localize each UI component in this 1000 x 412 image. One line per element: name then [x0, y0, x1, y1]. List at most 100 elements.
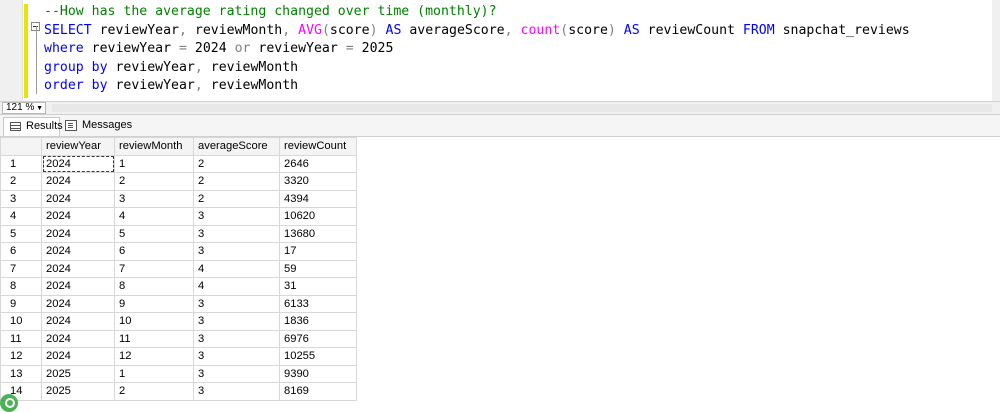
- table-cell[interactable]: 2025: [41, 382, 115, 401]
- table-cell[interactable]: 6: [114, 242, 194, 261]
- table-cell[interactable]: 2646: [279, 154, 357, 173]
- table-cell[interactable]: 6976: [279, 329, 357, 348]
- table-row[interactable]: 1 2024 1 2 2646: [0, 154, 357, 173]
- row-number[interactable]: 11: [0, 329, 42, 348]
- table-row[interactable]: 6 2024 6 3 17: [0, 242, 357, 261]
- table-cell[interactable]: 3: [193, 329, 280, 348]
- column-header[interactable]: reviewCount: [279, 137, 357, 156]
- row-number[interactable]: 9: [0, 294, 42, 313]
- table-cell[interactable]: 17: [279, 242, 357, 261]
- table-cell[interactable]: 4: [193, 259, 280, 278]
- sql-code[interactable]: --How has the average rating changed ove…: [44, 3, 910, 96]
- code-line[interactable]: order by reviewYear, reviewMonth: [44, 77, 910, 96]
- table-row[interactable]: 13 2025 1 3 9390: [0, 364, 357, 383]
- table-row[interactable]: 7 2024 7 4 59: [0, 259, 357, 278]
- table-cell[interactable]: 2024: [41, 347, 115, 366]
- table-cell[interactable]: 2024: [41, 294, 115, 313]
- table-cell[interactable]: 4394: [279, 189, 357, 208]
- row-number[interactable]: 8: [0, 277, 42, 296]
- table-row[interactable]: 4 2024 4 3 10620: [0, 207, 357, 226]
- tab-messages[interactable]: Messages: [60, 117, 132, 136]
- chevron-down-icon[interactable]: ▼: [36, 104, 43, 114]
- table-cell[interactable]: 2025: [41, 364, 115, 383]
- table-row[interactable]: 2 2024 2 2 3320: [0, 172, 357, 191]
- table-cell[interactable]: 3: [193, 347, 280, 366]
- table-row[interactable]: 14 2025 2 3 8169: [0, 382, 357, 401]
- table-cell[interactable]: 10255: [279, 347, 357, 366]
- table-cell[interactable]: 11: [114, 329, 194, 348]
- table-cell[interactable]: 2: [114, 172, 194, 191]
- table-cell[interactable]: 31: [279, 277, 357, 296]
- table-cell[interactable]: 2024: [41, 312, 115, 331]
- table-cell[interactable]: 8169: [279, 382, 357, 401]
- table-row[interactable]: 8 2024 8 4 31: [0, 277, 357, 296]
- table-cell[interactable]: 59: [279, 259, 357, 278]
- table-cell[interactable]: 2024: [41, 207, 115, 226]
- column-header[interactable]: averageScore: [193, 137, 280, 156]
- row-number[interactable]: 12: [0, 347, 42, 366]
- code-line[interactable]: group by reviewYear, reviewMonth: [44, 59, 910, 78]
- row-number[interactable]: 6: [0, 242, 42, 261]
- table-cell[interactable]: 9390: [279, 364, 357, 383]
- row-number[interactable]: 2: [0, 172, 42, 191]
- tab-results[interactable]: Results: [3, 117, 63, 136]
- table-row[interactable]: 11 2024 11 3 6976: [0, 329, 357, 348]
- table-cell[interactable]: 2024: [41, 277, 115, 296]
- table-cell[interactable]: 2024: [41, 189, 115, 208]
- table-cell[interactable]: 2024: [41, 329, 115, 348]
- table-cell[interactable]: 2024: [41, 224, 115, 243]
- table-cell[interactable]: 3: [193, 294, 280, 313]
- row-number[interactable]: 3: [0, 189, 42, 208]
- table-cell[interactable]: 2: [193, 172, 280, 191]
- table-cell[interactable]: 4: [193, 277, 280, 296]
- results-grid[interactable]: reviewYear reviewMonth averageScore revi…: [0, 137, 1000, 412]
- zoom-select[interactable]: 121 % ▼: [2, 102, 46, 114]
- editor-vertical-scrollbar[interactable]: [992, 0, 1000, 101]
- table-cell[interactable]: 10620: [279, 207, 357, 226]
- table-cell[interactable]: 3: [193, 312, 280, 331]
- table-row[interactable]: 12 2024 12 3 10255: [0, 347, 357, 366]
- column-header[interactable]: reviewMonth: [114, 137, 194, 156]
- table-cell[interactable]: 7: [114, 259, 194, 278]
- table-cell[interactable]: 3320: [279, 172, 357, 191]
- row-number[interactable]: 13: [0, 364, 42, 383]
- table-row[interactable]: 3 2024 3 2 4394: [0, 189, 357, 208]
- table-row[interactable]: 9 2024 9 3 6133: [0, 294, 357, 313]
- query-editor[interactable]: --How has the average rating changed ove…: [0, 0, 1000, 101]
- code-line[interactable]: SELECT reviewYear, reviewMonth, AVG(scor…: [44, 22, 910, 41]
- table-cell[interactable]: 8: [114, 277, 194, 296]
- table-cell[interactable]: 4: [114, 207, 194, 226]
- column-header[interactable]: reviewYear: [41, 137, 115, 156]
- table-cell[interactable]: 2024: [41, 154, 115, 173]
- table-cell[interactable]: 3: [193, 382, 280, 401]
- table-row[interactable]: 10 2024 10 3 1836: [0, 312, 357, 331]
- table-cell[interactable]: 1836: [279, 312, 357, 331]
- table-row[interactable]: 5 2024 5 3 13680: [0, 224, 357, 243]
- table-cell[interactable]: 3: [193, 207, 280, 226]
- row-number[interactable]: 1: [0, 154, 42, 173]
- table-cell[interactable]: 3: [193, 242, 280, 261]
- row-number[interactable]: 5: [0, 224, 42, 243]
- table-cell[interactable]: 2024: [41, 259, 115, 278]
- table-cell[interactable]: 2024: [41, 242, 115, 261]
- code-line[interactable]: where reviewYear = 2024 or reviewYear = …: [44, 40, 910, 59]
- table-cell[interactable]: 5: [114, 224, 194, 243]
- table-cell[interactable]: 12: [114, 347, 194, 366]
- table-cell[interactable]: 13680: [279, 224, 357, 243]
- table-cell[interactable]: 3: [114, 189, 194, 208]
- code-line[interactable]: --How has the average rating changed ove…: [44, 3, 910, 22]
- row-number[interactable]: 4: [0, 207, 42, 226]
- table-cell[interactable]: 2024: [41, 172, 115, 191]
- table-cell[interactable]: 6133: [279, 294, 357, 313]
- table-cell[interactable]: 2: [114, 382, 194, 401]
- table-cell[interactable]: 2: [193, 154, 280, 173]
- row-number[interactable]: 10: [0, 312, 42, 331]
- corner-cell[interactable]: [0, 137, 42, 156]
- row-number[interactable]: 7: [0, 259, 42, 278]
- table-cell[interactable]: 10: [114, 312, 194, 331]
- table-cell[interactable]: 9: [114, 294, 194, 313]
- table-cell[interactable]: 2: [193, 189, 280, 208]
- table-cell[interactable]: 3: [193, 224, 280, 243]
- table-cell[interactable]: 1: [114, 364, 194, 383]
- table-cell[interactable]: 1: [114, 154, 194, 173]
